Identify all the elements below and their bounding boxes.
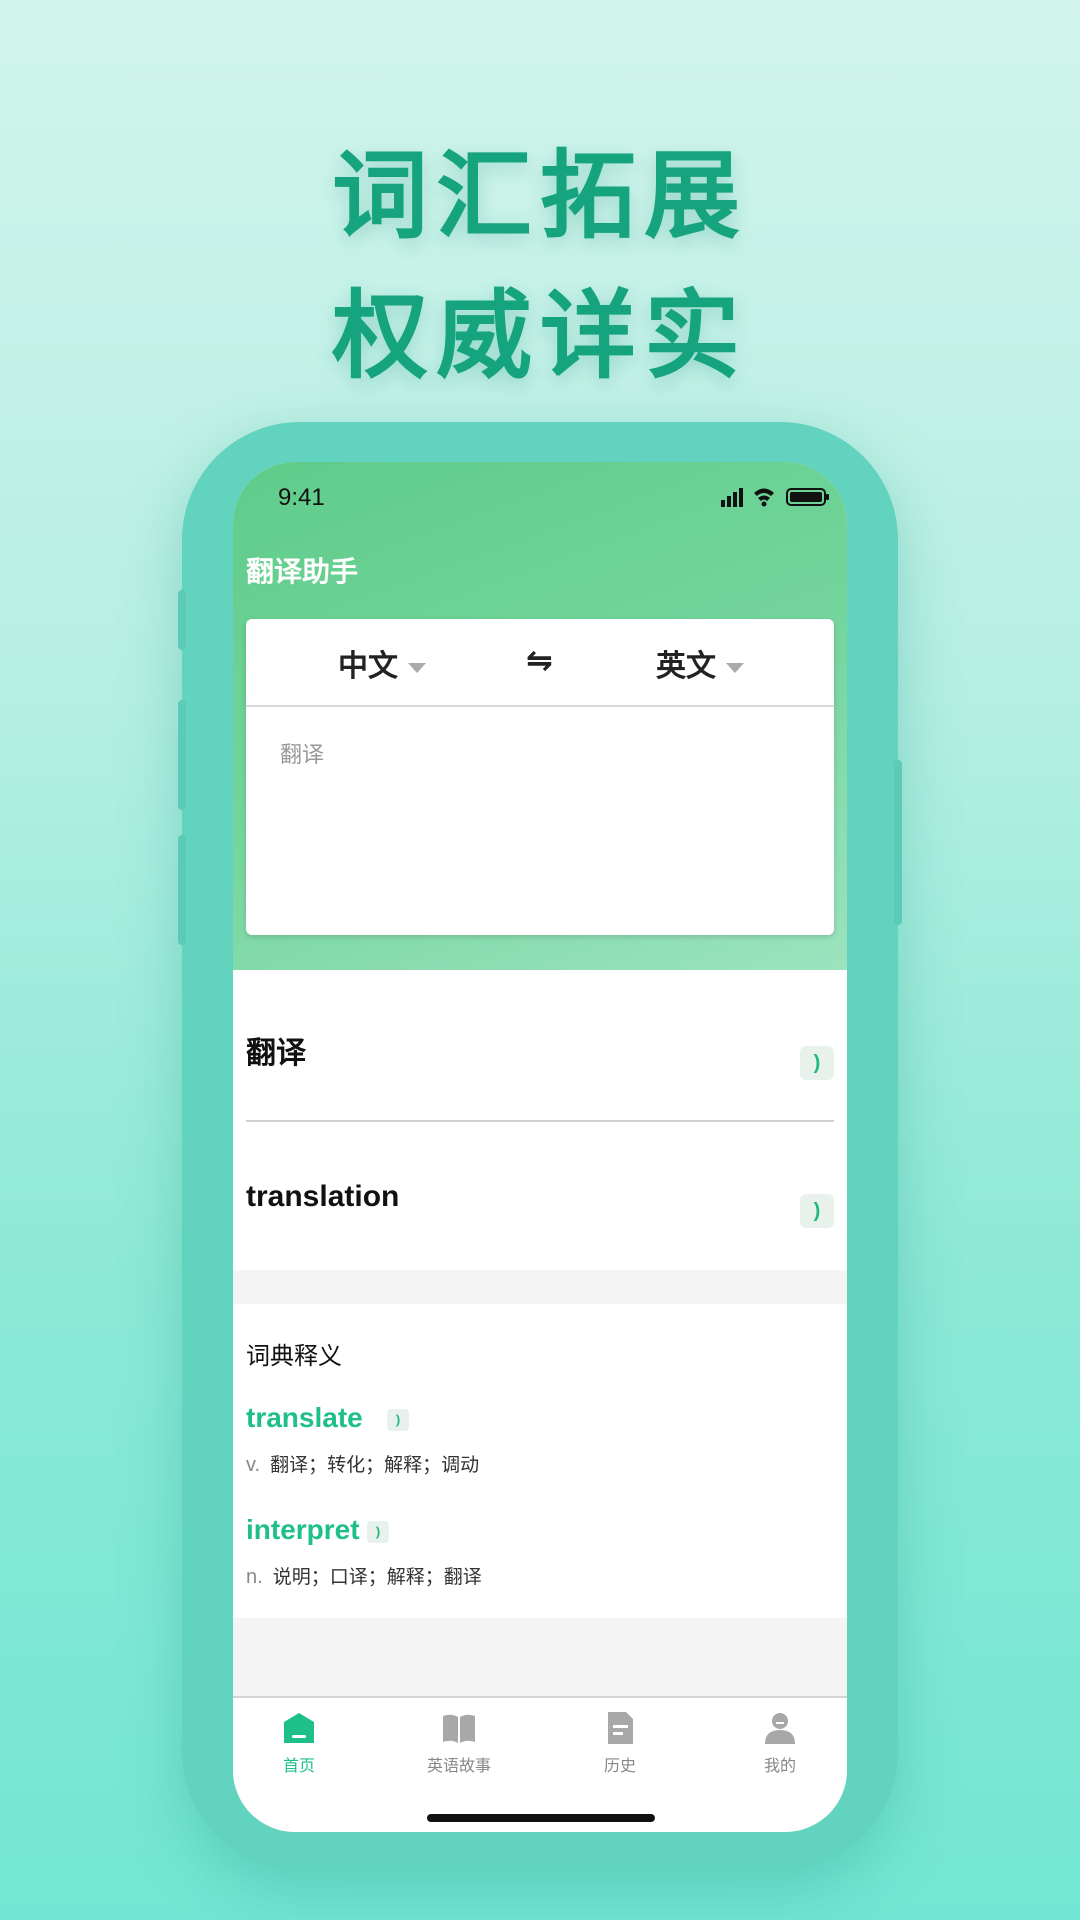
dictionary-word: interpret xyxy=(246,1514,360,1545)
home-icon xyxy=(284,1713,314,1743)
wifi-icon xyxy=(754,488,774,507)
dictionary-section: 词典释义 translate ) v. 翻译；转化；解释；调动 interpret… xyxy=(233,1304,847,1618)
dictionary-definition: n. 说明；口译；解释；翻译 xyxy=(246,1562,482,1589)
translation-card: 中文 ⇋ 英文 翻译 xyxy=(246,619,834,935)
tab-label: 我的 xyxy=(763,1758,796,1775)
phone-screen: 9:41 翻译助手 中文 ⇋ 英文 翻译 翻译) translation) … xyxy=(233,462,847,1832)
part-of-speech: n. xyxy=(246,1566,263,1588)
signal-icon xyxy=(721,488,743,507)
translation-input[interactable]: 翻译 xyxy=(280,737,324,769)
phone-volume-down xyxy=(178,835,186,945)
tab-english-stories[interactable]: 英语故事 xyxy=(399,1710,519,1776)
swap-languages-icon[interactable]: ⇋ xyxy=(526,641,553,679)
language-selector-row: 中文 ⇋ 英文 xyxy=(246,619,834,707)
target-language-label: 英文 xyxy=(656,650,716,683)
dictionary-word: translate xyxy=(246,1402,363,1433)
target-language-dropdown[interactable]: 英文 xyxy=(656,641,744,685)
speaker-icon[interactable]: ) xyxy=(367,1521,389,1543)
speaker-icon[interactable]: ) xyxy=(800,1046,834,1080)
document-icon xyxy=(608,1712,633,1744)
status-icons xyxy=(721,488,829,507)
tab-bar: 首页 英语故事 历史 我的 xyxy=(233,1696,847,1832)
tab-profile[interactable]: 我的 xyxy=(720,1710,840,1776)
dictionary-title: 词典释义 xyxy=(246,1343,342,1370)
header-area: 9:41 翻译助手 中文 ⇋ 英文 翻译 xyxy=(233,462,847,970)
status-time: 9:41 xyxy=(278,484,325,511)
promo-headline-1: 词汇拓展 xyxy=(332,140,748,252)
phone-power-button xyxy=(894,760,902,925)
tab-label: 历史 xyxy=(603,1758,636,1775)
app-title: 翻译助手 xyxy=(246,556,359,587)
speaker-icon[interactable]: ) xyxy=(387,1409,409,1431)
phone-volume-up xyxy=(178,700,186,810)
phone-mute-switch xyxy=(178,590,186,650)
divider xyxy=(246,1120,834,1122)
user-icon xyxy=(765,1713,795,1744)
part-of-speech: v. xyxy=(246,1454,261,1476)
book-icon xyxy=(443,1714,475,1743)
battery-icon xyxy=(786,488,829,506)
chevron-down-icon xyxy=(408,663,426,674)
chevron-down-icon xyxy=(726,663,744,674)
result-section: 翻译 ) translation ) xyxy=(233,970,847,1270)
result-source-text: 翻译 xyxy=(246,1037,306,1070)
definition-text: 说明；口译；解释；翻译 xyxy=(272,1567,482,1588)
tab-history[interactable]: 历史 xyxy=(560,1710,680,1776)
source-language-label: 中文 xyxy=(338,650,398,683)
dictionary-definition: v. 翻译；转化；解释；调动 xyxy=(246,1450,479,1477)
source-language-dropdown[interactable]: 中文 xyxy=(338,641,426,685)
speaker-icon[interactable]: ) xyxy=(800,1194,834,1228)
home-indicator xyxy=(427,1814,655,1822)
result-target-text: translation xyxy=(246,1180,400,1213)
tab-home[interactable]: 首页 xyxy=(239,1710,359,1776)
promo-headline-2: 权威详实 xyxy=(332,280,748,392)
tab-label: 英语故事 xyxy=(426,1758,491,1775)
tab-label: 首页 xyxy=(282,1758,315,1775)
definition-text: 翻译；转化；解释；调动 xyxy=(270,1455,480,1476)
